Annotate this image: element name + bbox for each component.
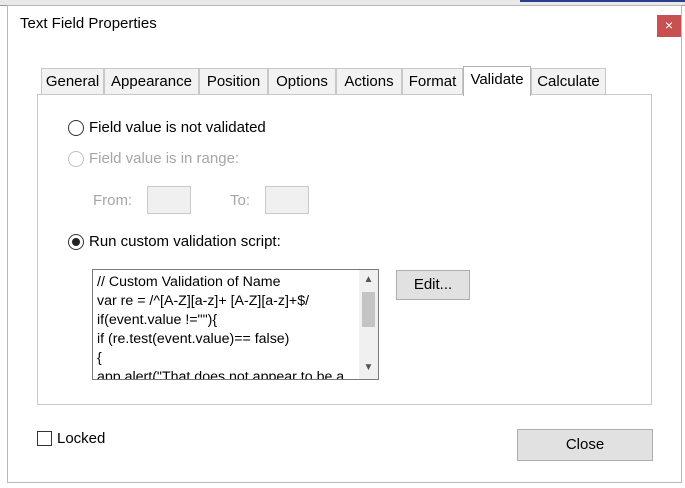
script-line: // Custom Validation of Name [97, 274, 281, 290]
edit-button[interactable]: Edit... [396, 270, 470, 300]
script-line: if (re.test(event.value)== false) [97, 331, 290, 347]
script-line: app.alert("That does not appear to be a [97, 369, 345, 380]
dialog-title: Text Field Properties [20, 15, 157, 32]
radio-custom-script-label[interactable]: Run custom validation script: [89, 233, 281, 250]
tab-actions[interactable]: Actions [336, 68, 402, 95]
tab-general[interactable]: General [41, 68, 104, 95]
radio-in-range-label[interactable]: Field value is in range: [89, 150, 239, 167]
from-field[interactable] [147, 186, 191, 214]
radio-in-range[interactable] [68, 151, 84, 167]
tab-format[interactable]: Format [402, 68, 463, 95]
locked-label[interactable]: Locked [57, 430, 105, 447]
script-scrollbar[interactable]: ▲ ▼ [359, 270, 378, 379]
close-icon[interactable]: × [657, 15, 681, 37]
radio-not-validated[interactable] [68, 120, 84, 136]
validation-script-box[interactable]: // Custom Validation of Name var re = /^[… [92, 269, 379, 380]
to-label: To: [230, 192, 251, 209]
script-line: var re = /^[A-Z][a-z]+ [A-Z][a-z]+$/ [97, 293, 310, 309]
tab-position[interactable]: Position [199, 68, 268, 95]
close-button[interactable]: Close [517, 429, 653, 461]
script-line: { [97, 350, 102, 366]
radio-custom-script[interactable] [68, 234, 84, 250]
tab-calculate[interactable]: Calculate [531, 68, 606, 95]
from-label: From: [93, 192, 133, 209]
scroll-up-icon[interactable]: ▲ [359, 272, 378, 288]
script-text[interactable]: // Custom Validation of Name var re = /^[… [97, 273, 359, 380]
radio-not-validated-label[interactable]: Field value is not validated [89, 119, 266, 136]
scroll-down-icon[interactable]: ▼ [359, 360, 378, 376]
to-field[interactable] [265, 186, 309, 214]
tab-appearance[interactable]: Appearance [104, 68, 199, 95]
tab-options[interactable]: Options [268, 68, 336, 95]
locked-checkbox[interactable] [37, 431, 52, 446]
scroll-thumb[interactable] [362, 292, 375, 327]
script-line: if(event.value !=""){ [97, 312, 218, 328]
tab-validate[interactable]: Validate [463, 66, 531, 96]
